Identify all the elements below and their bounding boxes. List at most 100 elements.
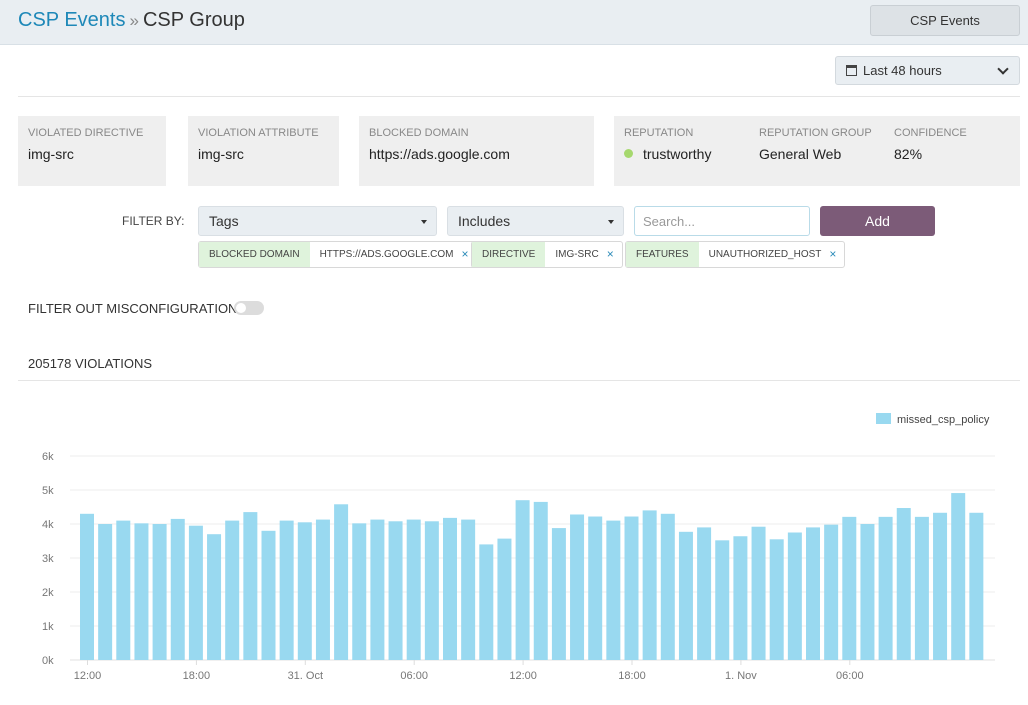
bar bbox=[533, 501, 548, 660]
bar bbox=[261, 530, 276, 660]
breadcrumb-separator: » bbox=[129, 11, 139, 30]
breadcrumb-parent-link[interactable]: CSP Events bbox=[18, 9, 125, 31]
violation-attribute-value: img-src bbox=[198, 146, 244, 162]
blocked-domain-value: https://ads.google.com bbox=[369, 146, 510, 162]
filter-tag: FEATURES UNAUTHORIZED_HOST × bbox=[625, 241, 846, 268]
reputation-status-dot bbox=[624, 149, 633, 158]
y-tick-label: 0k bbox=[42, 655, 54, 667]
bar bbox=[570, 514, 585, 660]
bar bbox=[152, 524, 167, 660]
bar bbox=[933, 512, 948, 660]
bar bbox=[624, 516, 639, 660]
bar bbox=[860, 524, 875, 660]
chevron-down-icon bbox=[997, 63, 1009, 75]
bar bbox=[352, 523, 367, 660]
x-tick-label: 06:00 bbox=[400, 670, 428, 682]
filter-tag: DIRECTIVE IMG-SRC × bbox=[471, 241, 623, 268]
filter-operator-select[interactable]: Includes bbox=[447, 206, 624, 236]
y-tick-label: 2k bbox=[42, 587, 54, 599]
bar bbox=[116, 520, 131, 660]
time-range-label: Last 48 hours bbox=[863, 63, 942, 78]
bar bbox=[697, 527, 712, 660]
filter-tag-key: FEATURES bbox=[626, 242, 699, 267]
divider bbox=[18, 380, 1020, 381]
divider bbox=[18, 96, 1020, 97]
filter-tag-key: BLOCKED DOMAIN bbox=[199, 242, 310, 267]
bar bbox=[279, 520, 294, 660]
filter-field-value: Tags bbox=[209, 213, 239, 229]
y-tick-label: 1k bbox=[42, 621, 54, 633]
filter-search-input[interactable] bbox=[634, 206, 810, 236]
blocked-domain-card: BLOCKED DOMAIN https://ads.google.com bbox=[359, 116, 594, 186]
filter-tag-key: DIRECTIVE bbox=[472, 242, 546, 267]
bar bbox=[388, 521, 403, 660]
reputation-group-label: REPUTATION GROUP bbox=[759, 127, 872, 139]
csp-events-button[interactable]: CSP Events bbox=[870, 5, 1020, 36]
bar bbox=[660, 513, 675, 660]
filter-field-select[interactable]: Tags bbox=[198, 206, 437, 236]
x-tick-label: 18:00 bbox=[618, 670, 646, 682]
violated-directive-label: VIOLATED DIRECTIVE bbox=[28, 127, 144, 139]
calendar-icon bbox=[846, 65, 857, 76]
add-filter-button[interactable]: Add bbox=[820, 206, 935, 236]
bar bbox=[225, 520, 240, 660]
bar bbox=[787, 532, 802, 660]
bar bbox=[170, 518, 185, 660]
remove-tag-icon[interactable]: × bbox=[829, 242, 844, 267]
breadcrumb: CSP Events» CSP Group bbox=[18, 9, 245, 32]
bar bbox=[315, 519, 330, 660]
bar bbox=[806, 527, 820, 660]
bar bbox=[297, 522, 312, 660]
bar bbox=[678, 531, 693, 660]
bar bbox=[80, 513, 94, 660]
x-tick-label: 12:00 bbox=[74, 670, 102, 682]
misconfig-toggle[interactable] bbox=[234, 301, 264, 315]
bar bbox=[769, 539, 784, 660]
blocked-domain-label: BLOCKED DOMAIN bbox=[369, 127, 469, 139]
time-range-dropdown[interactable]: Last 48 hours bbox=[835, 56, 1020, 85]
x-tick-label: 12:00 bbox=[509, 670, 537, 682]
filter-tag-value: HTTPS://ADS.GOOGLE.COM bbox=[319, 249, 454, 260]
filter-tag: BLOCKED DOMAIN HTTPS://ADS.GOOGLE.COM × bbox=[198, 241, 478, 268]
bar bbox=[370, 519, 385, 660]
bar bbox=[588, 516, 603, 660]
violations-count: 205178 VIOLATIONS bbox=[28, 356, 153, 371]
x-tick-label: 06:00 bbox=[836, 670, 864, 682]
bar bbox=[479, 544, 494, 660]
y-tick-label: 3k bbox=[42, 553, 54, 565]
y-tick-label: 4k bbox=[42, 519, 54, 531]
reputation-group-value: General Web bbox=[759, 146, 842, 162]
toggle-knob bbox=[236, 303, 246, 313]
y-tick-label: 6k bbox=[42, 451, 54, 463]
bar bbox=[878, 516, 893, 660]
bar bbox=[642, 510, 657, 660]
misconfig-toggle-label: FILTER OUT MISCONFIGURATIONS bbox=[28, 301, 247, 316]
bar bbox=[842, 516, 857, 660]
bar bbox=[98, 524, 113, 660]
reputation-text: trustworthy bbox=[643, 146, 712, 162]
x-tick-label: 31. Oct bbox=[288, 670, 323, 682]
caret-down-icon bbox=[608, 220, 614, 224]
bar bbox=[951, 493, 966, 660]
bar bbox=[551, 528, 566, 660]
violated-directive-card: VIOLATED DIRECTIVE img-src bbox=[18, 116, 166, 186]
bar bbox=[443, 517, 457, 660]
page-title: CSP Group bbox=[142, 9, 245, 31]
filter-tag-value: IMG-SRC bbox=[555, 249, 599, 260]
bar bbox=[824, 524, 839, 660]
bar bbox=[461, 519, 476, 660]
filter-tag-value: UNAUTHORIZED_HOST bbox=[708, 249, 822, 260]
confidence-label: CONFIDENCE bbox=[894, 127, 967, 139]
bar bbox=[406, 519, 421, 660]
violated-directive-value: img-src bbox=[28, 146, 74, 162]
bar bbox=[914, 516, 929, 660]
bar bbox=[751, 526, 766, 660]
bar bbox=[606, 520, 621, 660]
violation-attribute-label: VIOLATION ATTRIBUTE bbox=[198, 127, 319, 139]
remove-tag-icon[interactable]: × bbox=[607, 242, 622, 267]
x-tick-label: 18:00 bbox=[183, 670, 211, 682]
bar bbox=[188, 525, 203, 660]
caret-down-icon bbox=[421, 220, 427, 224]
y-tick-label: 5k bbox=[42, 485, 54, 497]
bar bbox=[497, 538, 512, 660]
